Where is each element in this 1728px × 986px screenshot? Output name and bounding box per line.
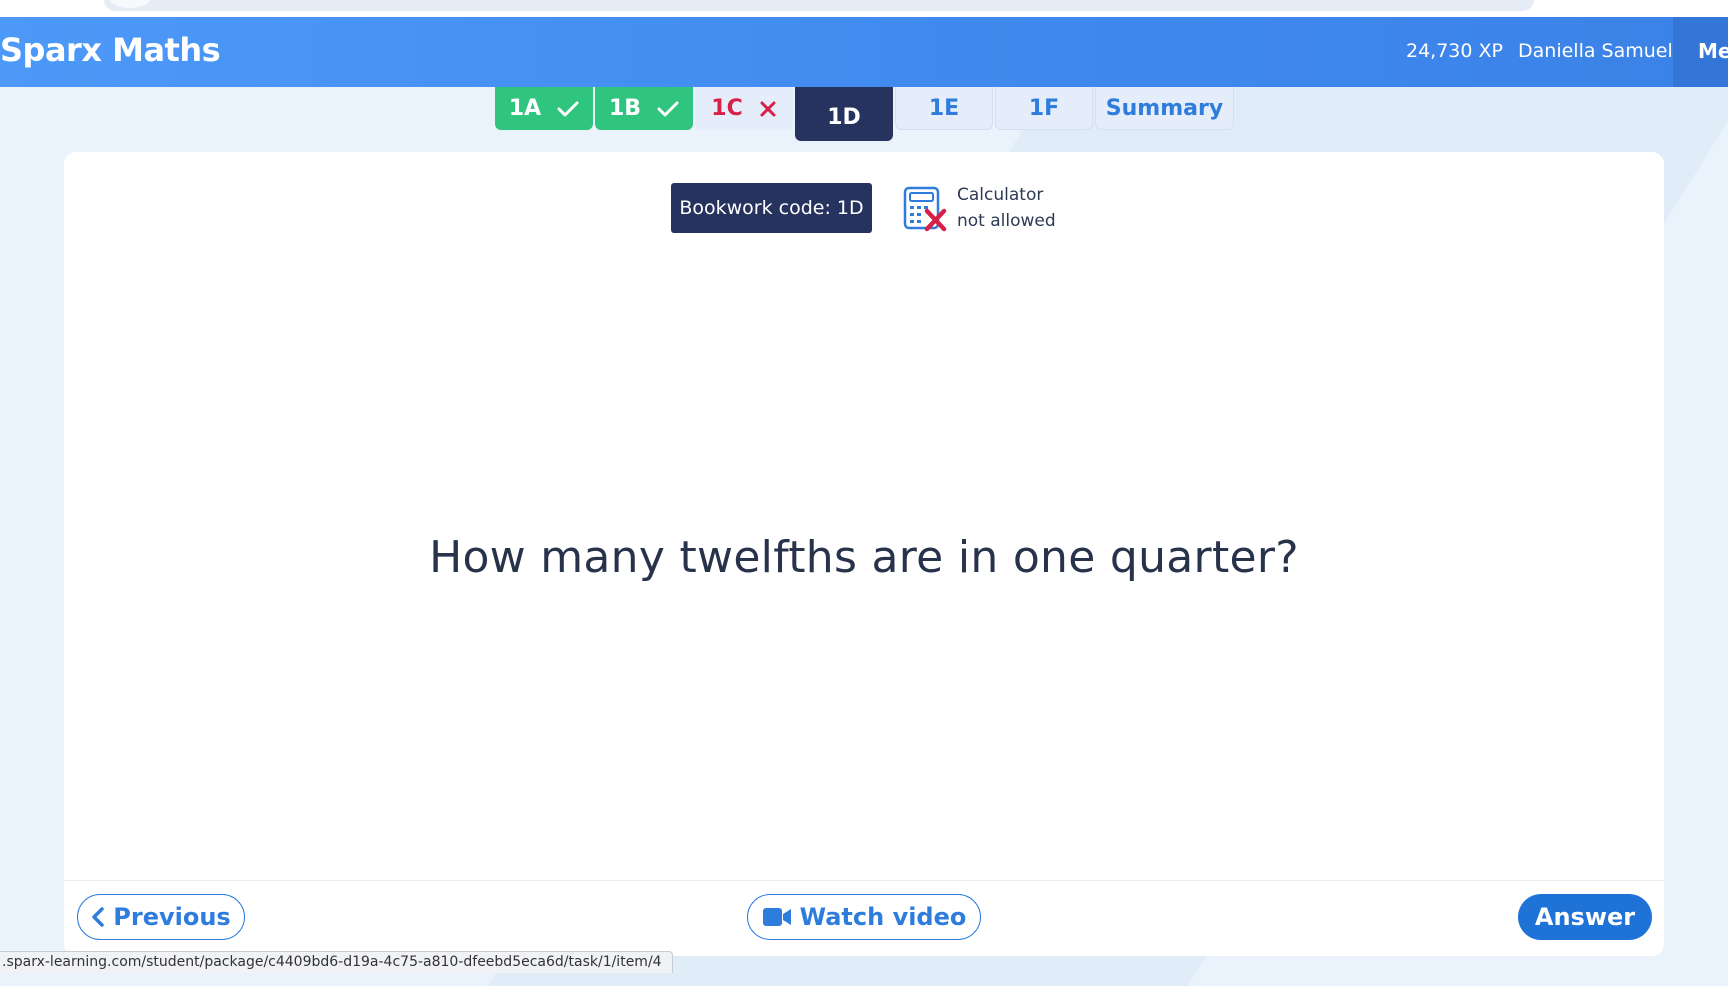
bookwork-code: Bookwork code: 1D <box>671 183 872 233</box>
xp-counter: 24,730 XP <box>1406 40 1503 62</box>
tab-label: 1D <box>827 104 861 130</box>
cross-icon <box>760 101 776 116</box>
tab-label: Summary <box>1105 95 1224 121</box>
question-text: How many twelfths are in one quarter? <box>429 532 1299 583</box>
previous-label: Previous <box>113 903 231 931</box>
calculator-status: Calculator not allowed <box>957 182 1056 234</box>
check-icon <box>657 101 679 116</box>
watch-video-label: Watch video <box>799 903 967 931</box>
calculator-line-2: not allowed <box>957 211 1056 231</box>
answer-button[interactable]: Answer <box>1518 894 1652 940</box>
app-header: Sparx Maths 24,730 XP Daniella Samuel Me… <box>0 17 1728 87</box>
chevron-left-icon <box>92 907 105 927</box>
browser-toolbar <box>0 0 1728 17</box>
calculator-line-1: Calculator <box>957 185 1044 205</box>
tab-1b[interactable]: 1B <box>595 87 693 130</box>
tab-label: 1C <box>711 96 743 121</box>
question-card: Bookwork code: 1D Calculator not allowed… <box>64 152 1664 956</box>
tab-label: 1B <box>608 96 642 121</box>
answer-label: Answer <box>1534 903 1636 931</box>
tab-label: 1F <box>1028 95 1060 121</box>
browser-address-bar[interactable] <box>104 0 1534 11</box>
calculator-not-allowed-icon <box>903 186 947 232</box>
tab-1a[interactable]: 1A <box>495 87 593 130</box>
status-bar-url: .sparx-learning.com/student/package/c440… <box>0 951 673 973</box>
card-footer: Previous Watch video Answer <box>64 880 1664 957</box>
menu-button[interactable]: Menu <box>1673 17 1728 87</box>
tab-1f[interactable]: 1F <box>995 87 1093 130</box>
tab-1e[interactable]: 1E <box>895 87 993 130</box>
tab-label: 1A <box>508 96 542 121</box>
tab-label: 1E <box>928 95 960 121</box>
menu-label: Menu <box>1698 39 1728 63</box>
video-camera-icon <box>762 908 791 926</box>
watch-video-button[interactable]: Watch video <box>747 894 981 940</box>
app-logo[interactable]: Sparx Maths <box>0 31 221 69</box>
user-name[interactable]: Daniella Samuel <box>1518 40 1673 62</box>
tab-1c[interactable]: 1C <box>695 87 793 130</box>
check-icon <box>557 101 579 116</box>
tab-1d[interactable]: 1D <box>795 87 893 141</box>
tab-summary[interactable]: Summary <box>1095 87 1234 130</box>
previous-button[interactable]: Previous <box>77 894 245 940</box>
